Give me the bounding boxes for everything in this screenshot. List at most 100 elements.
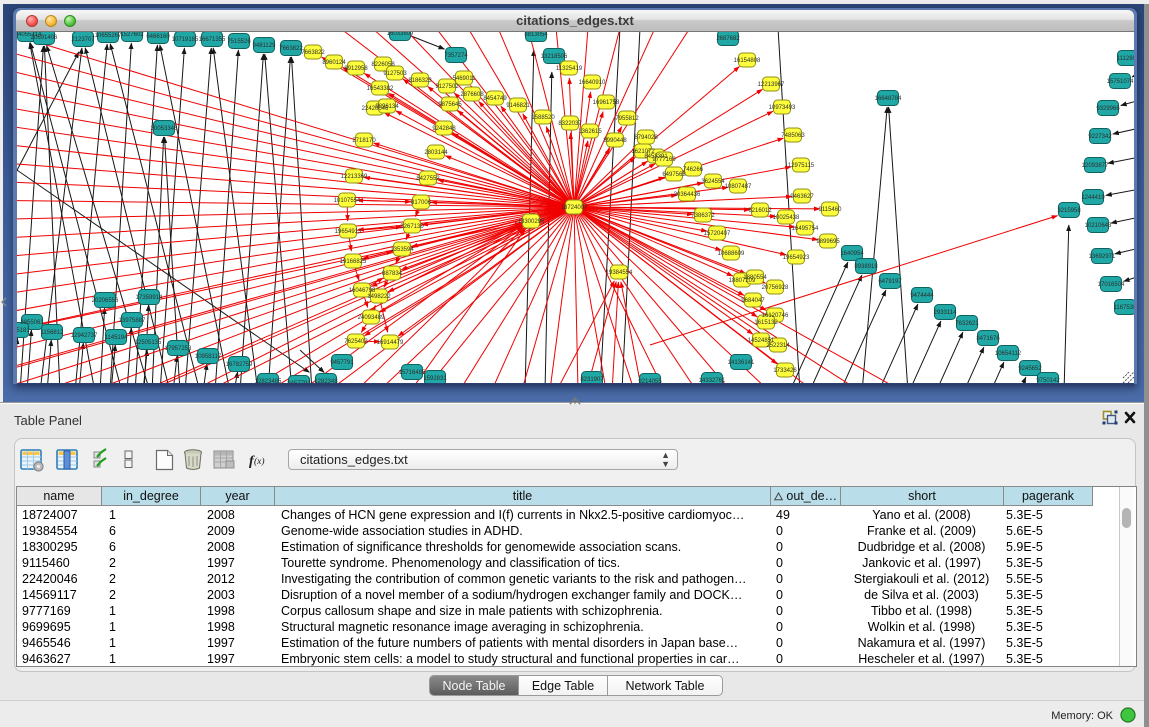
svg-text:10688609: 10688609	[718, 251, 745, 257]
svg-text:8427552: 8427552	[416, 176, 440, 182]
svg-text:1362615: 1362615	[578, 129, 602, 135]
svg-text:8226058: 8226058	[371, 62, 395, 68]
svg-text:12213369: 12213369	[341, 174, 368, 180]
svg-text:9777169: 9777169	[652, 157, 676, 163]
svg-text:10210643: 10210643	[1085, 223, 1112, 229]
svg-text:9245652: 9245652	[1018, 366, 1042, 372]
svg-text:6216012: 6216012	[748, 208, 772, 214]
svg-text:7955812: 7955812	[615, 116, 639, 122]
svg-text:16640910: 16640910	[579, 80, 606, 86]
svg-text:8454749: 8454749	[483, 96, 507, 102]
svg-text:1353594: 1353594	[390, 247, 414, 253]
svg-text:18724007: 18724007	[561, 205, 588, 211]
svg-text:1527602: 1527602	[120, 32, 144, 38]
svg-text:19384554: 19384554	[606, 270, 633, 276]
svg-text:17016504: 17016504	[1098, 282, 1125, 288]
svg-text:3215958: 3215958	[1057, 208, 1081, 214]
svg-text:13692971: 13692971	[1089, 254, 1116, 260]
svg-text:9684047: 9684047	[741, 298, 765, 304]
svg-text:7632621: 7632621	[955, 321, 979, 327]
svg-text:10655267: 10655267	[95, 33, 122, 39]
svg-text:11325419: 11325419	[556, 66, 583, 72]
svg-text:9115460: 9115460	[819, 207, 843, 213]
svg-text:20691406: 20691406	[31, 35, 58, 41]
svg-text:1588520: 1588520	[531, 115, 555, 121]
svg-text:16543382: 16543382	[367, 86, 394, 92]
svg-text:12213967: 12213967	[758, 82, 785, 88]
svg-text:1112807: 1112807	[1117, 56, 1134, 62]
svg-text:9457791: 9457791	[330, 360, 354, 366]
svg-text:9896134: 9896134	[375, 104, 399, 110]
svg-text:20206556: 20206556	[92, 298, 119, 304]
svg-text:12505135: 12505135	[135, 340, 162, 346]
svg-text:16961758: 16961758	[593, 100, 620, 106]
svg-text:3915181: 3915181	[17, 328, 30, 334]
svg-text:17957253: 17957253	[165, 346, 192, 352]
svg-text:8186323: 8186323	[408, 78, 432, 84]
svg-text:9242848: 9242848	[432, 126, 456, 132]
svg-text:9227342: 9227342	[1088, 134, 1112, 140]
svg-text:1167538: 1167538	[1114, 305, 1134, 311]
svg-text:24093489: 24093489	[358, 315, 385, 321]
svg-text:7663822: 7663822	[279, 46, 303, 52]
svg-text:12975115: 12975115	[788, 163, 815, 169]
svg-text:1880554: 1880554	[743, 275, 767, 281]
svg-text:887834: 887834	[382, 271, 403, 277]
svg-text:2876608: 2876608	[460, 92, 484, 98]
svg-text:5469011: 5469011	[453, 76, 477, 82]
svg-text:9463627: 9463627	[790, 194, 814, 200]
svg-text:8813054: 8813054	[524, 32, 548, 38]
svg-text:1733426: 1733426	[773, 368, 797, 374]
svg-text:8912958: 8912958	[344, 66, 368, 72]
svg-text:10973493: 10973493	[769, 105, 796, 111]
svg-text:8322037: 8322037	[558, 121, 582, 127]
svg-text:17359914: 17359914	[136, 295, 163, 301]
svg-text:19654923: 19654923	[783, 255, 810, 261]
svg-text:746266: 746266	[683, 167, 704, 173]
svg-text:2123707: 2123707	[71, 37, 95, 43]
svg-text:10107554: 10107554	[334, 198, 361, 204]
svg-text:19654913: 19654913	[335, 229, 362, 235]
svg-text:16120746: 16120746	[762, 313, 789, 319]
svg-text:9146821: 9146821	[506, 103, 530, 109]
svg-text:12093877: 12093877	[1082, 163, 1109, 169]
svg-text:1145194: 1145194	[105, 335, 129, 341]
svg-text:1244419: 1244419	[1081, 195, 1105, 201]
svg-text:15716485: 15716485	[399, 370, 426, 376]
svg-text:18300295: 18300295	[518, 219, 545, 225]
svg-text:15751074: 15751074	[1107, 79, 1134, 85]
svg-text:6794028: 6794028	[634, 135, 658, 141]
svg-text:817006: 817006	[411, 200, 432, 206]
svg-text:(x): (x)	[254, 456, 265, 467]
svg-text:10719185: 10719185	[172, 37, 199, 43]
svg-text:8990448: 8990448	[603, 138, 627, 144]
svg-text:8960124: 8960124	[322, 60, 346, 66]
svg-text:1498222: 1498222	[367, 294, 391, 300]
svg-text:1640954: 1640954	[840, 251, 864, 257]
svg-text:2718170: 2718170	[352, 138, 376, 144]
svg-text:12942737: 12942737	[71, 333, 98, 339]
svg-text:1615132: 1615132	[754, 320, 778, 326]
svg-text:10958117: 10958117	[195, 354, 222, 360]
svg-text:6479197: 6479197	[878, 279, 902, 285]
svg-text:1156812: 1156812	[41, 330, 65, 336]
svg-text:9127502: 9127502	[435, 84, 459, 90]
svg-text:3624554: 3624554	[701, 179, 725, 185]
svg-text:7515526: 7515526	[227, 39, 251, 45]
svg-text:19166825: 19166825	[340, 259, 367, 265]
svg-text:9127503: 9127503	[383, 71, 407, 77]
svg-text:16033809: 16033809	[387, 32, 414, 37]
svg-text:7386372: 7386372	[691, 213, 715, 219]
svg-text:9481129: 9481129	[253, 43, 277, 49]
svg-text:13218506: 13218506	[541, 54, 568, 60]
svg-text:2933114: 2933114	[934, 310, 958, 316]
svg-text:8938918: 8938918	[854, 264, 878, 270]
svg-text:14136141: 14136141	[728, 360, 755, 366]
svg-text:2522314: 2522314	[766, 343, 790, 349]
svg-text:8471676: 8471676	[976, 336, 1000, 342]
svg-text:2803144: 2803144	[424, 150, 448, 156]
svg-text:20364436: 20364436	[674, 192, 701, 198]
svg-text:16154808: 16154808	[734, 58, 761, 64]
svg-text:16914479: 16914479	[377, 340, 404, 346]
svg-text:2687682: 2687682	[716, 36, 740, 42]
